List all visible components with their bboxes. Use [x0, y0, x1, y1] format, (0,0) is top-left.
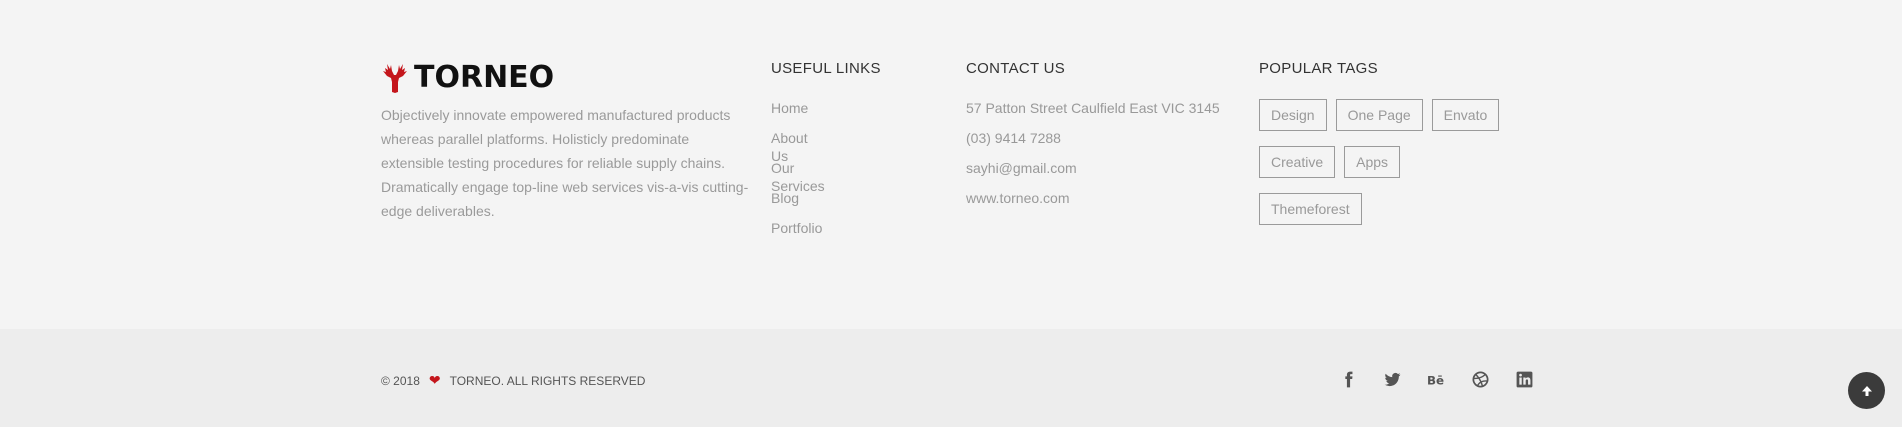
arrow-up-icon: [1861, 385, 1872, 396]
contact-list: 57 Patton Street Caulfield East VIC 3145…: [966, 99, 1266, 219]
twitter-icon[interactable]: [1370, 366, 1414, 392]
brand[interactable]: TORNEO: [381, 60, 554, 95]
tags-list: Design One Page Envato Creative Apps The…: [1259, 99, 1519, 240]
footer-top: TORNEO Objectively innovate empowered ma…: [0, 0, 1902, 329]
tag-envato[interactable]: Envato: [1431, 99, 1500, 131]
copyright-year: © 2018: [381, 373, 420, 388]
svg-text:Bē: Bē: [1427, 373, 1444, 387]
social-links: Bē: [1326, 366, 1546, 392]
useful-links-list: Home About Us Our Services Blog Portfoli…: [771, 99, 825, 249]
link-item: About Us: [771, 129, 825, 164]
copyright: © 2018 ❤ TORNEO. ALL RIGHTS RESERVED: [381, 372, 645, 389]
back-to-top-button[interactable]: [1848, 372, 1885, 409]
contact-address: 57 Patton Street Caulfield East VIC 3145: [966, 100, 1220, 116]
about-text: Objectively innovate empowered manufactu…: [381, 107, 749, 219]
brand-name: TORNEO: [414, 60, 555, 95]
dribbble-icon[interactable]: [1458, 366, 1502, 392]
tag-apps[interactable]: Apps: [1344, 146, 1401, 178]
link-item: Home: [771, 99, 825, 129]
contact-website[interactable]: www.torneo.com: [966, 189, 1266, 219]
link-blog[interactable]: Blog: [771, 190, 799, 206]
useful-links-title: USEFUL LINKS: [771, 60, 881, 77]
behance-icon[interactable]: Bē: [1414, 366, 1458, 392]
linkedin-icon[interactable]: [1502, 366, 1546, 392]
deer-logo-icon: [383, 63, 407, 93]
link-item: Our Services: [771, 159, 825, 194]
tag-creative[interactable]: Creative: [1259, 146, 1336, 178]
contact-phone[interactable]: (03) 9414 7288: [966, 129, 1266, 159]
footer-bottom: [0, 329, 1902, 427]
link-home[interactable]: Home: [771, 100, 808, 116]
link-item: Portfolio: [771, 219, 825, 249]
tag-design[interactable]: Design: [1259, 99, 1327, 131]
contact-email[interactable]: sayhi@gmail.com: [966, 159, 1266, 189]
popular-tags-title: POPULAR TAGS: [1259, 60, 1378, 77]
tag-one-page[interactable]: One Page: [1335, 99, 1423, 131]
contact-title: CONTACT US: [966, 60, 1066, 77]
tag-themeforest[interactable]: Themeforest: [1259, 193, 1362, 225]
copyright-text: TORNEO. ALL RIGHTS RESERVED: [449, 373, 646, 388]
heart-icon: ❤: [428, 372, 441, 388]
facebook-icon[interactable]: [1326, 366, 1370, 392]
link-portfolio[interactable]: Portfolio: [771, 220, 822, 236]
